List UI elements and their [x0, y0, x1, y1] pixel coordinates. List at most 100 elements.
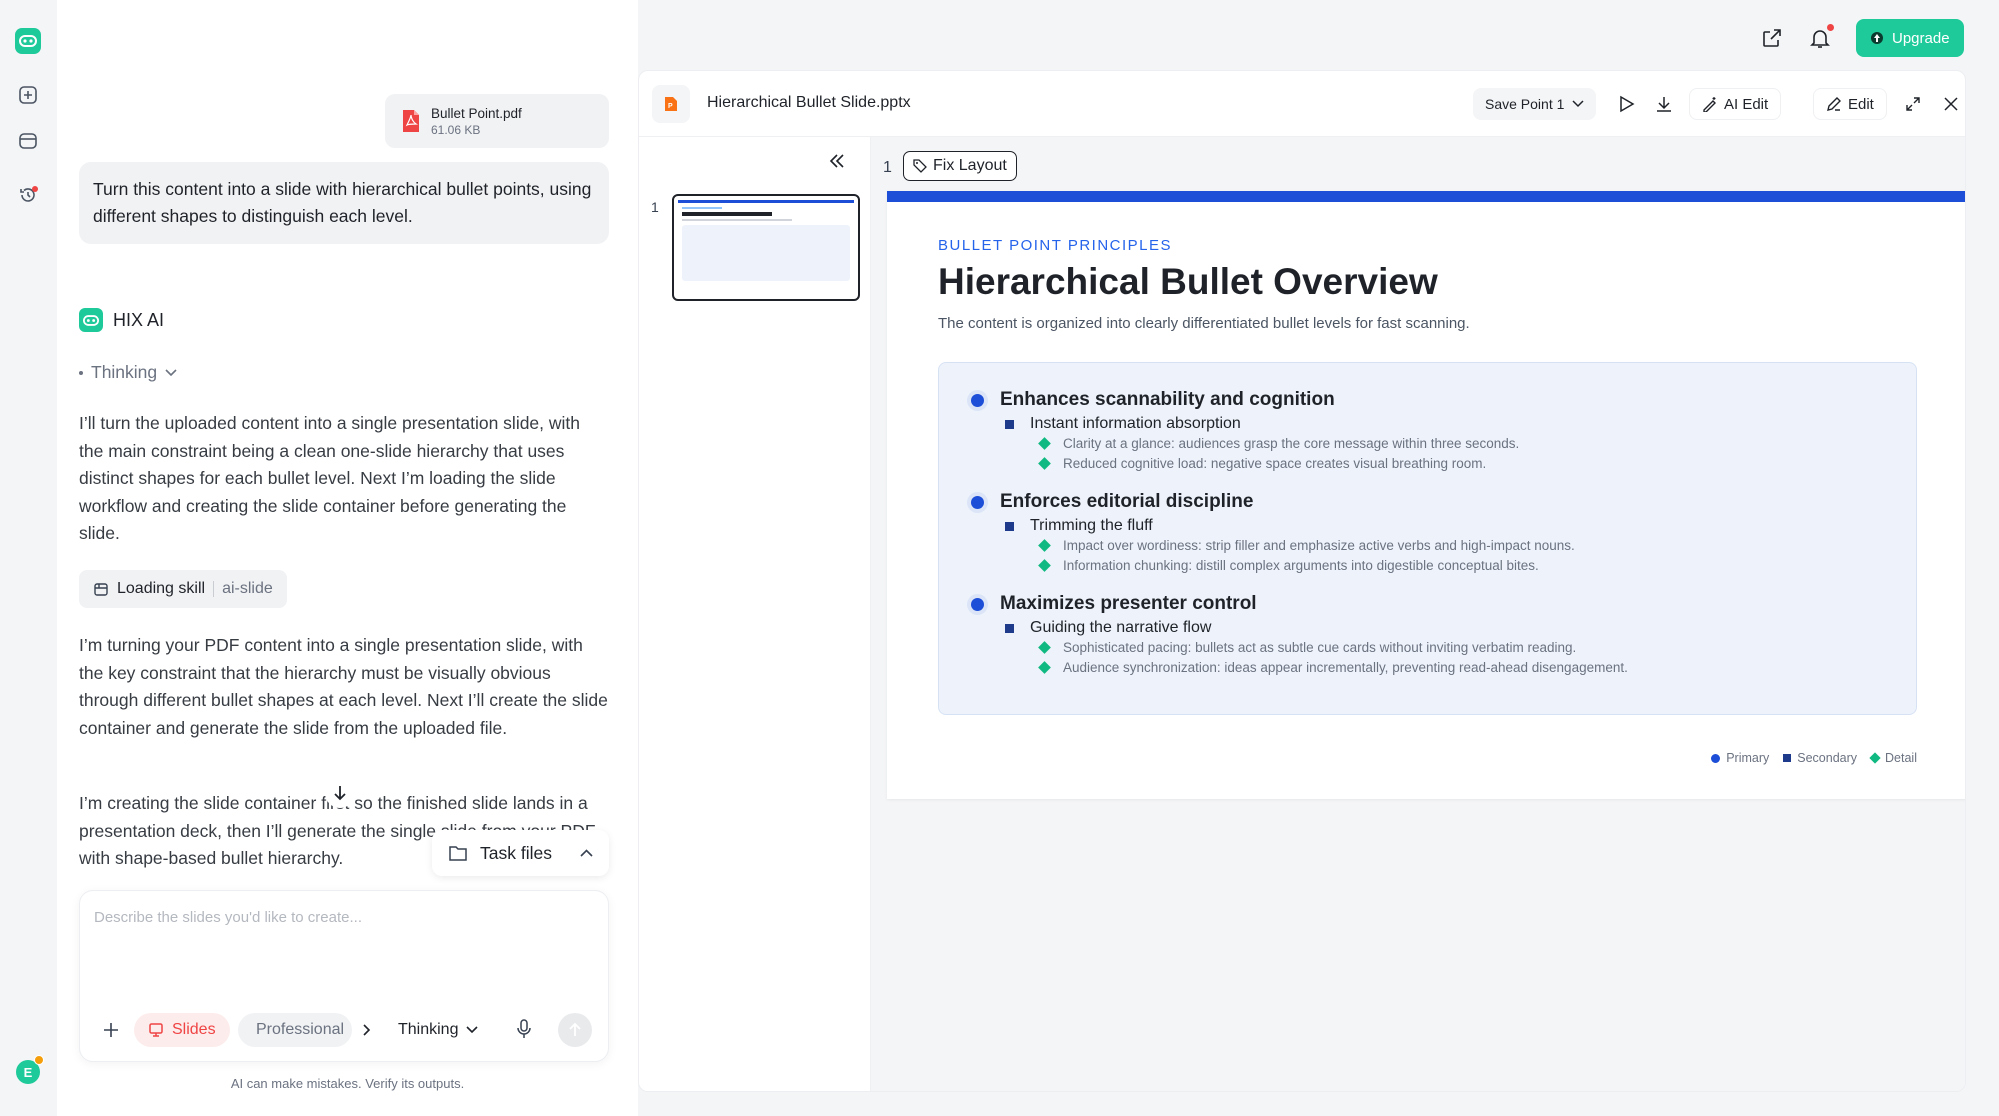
detail-bullet: Impact over wordiness: strip filler and … [1038, 538, 1916, 553]
slide-number: 1 [883, 159, 892, 176]
slide-kicker: BULLET POINT PRINCIPLES [938, 237, 1173, 254]
slide-legend: Primary Secondary Detail [1711, 751, 1917, 765]
preview-header: P Hierarchical Bullet Slide.pptx Save Po… [639, 71, 1965, 137]
composer: Describe the slides you'd like to create… [79, 890, 609, 1062]
bullet-group: Enforces editorial discipline Trimming t… [971, 491, 1916, 593]
slide-thumbnails: 1 [639, 137, 871, 1091]
primary-text: Maximizes presenter control [1000, 593, 1257, 614]
fix-layout-button[interactable]: Fix Layout [903, 151, 1017, 181]
detail-text: Clarity at a glance: audiences grasp the… [1063, 436, 1520, 451]
assistant-name: HIX AI [113, 309, 165, 330]
circle-bullet-icon [971, 393, 984, 407]
thinking-mode-select[interactable]: Thinking [398, 1013, 479, 1047]
disclaimer: AI can make mistakes. Verify its outputs… [230, 1076, 465, 1091]
new-chat-icon[interactable] [15, 82, 41, 108]
share-icon [1763, 29, 1781, 47]
arrow-up-icon [569, 1023, 581, 1036]
prompt-input[interactable]: Describe the slides you'd like to create… [94, 909, 362, 926]
assistant-logo-icon [79, 308, 103, 332]
detail-bullet: Reduced cognitive load: negative space c… [1038, 456, 1916, 471]
detail-bullet: Information chunking: distill complex ar… [1038, 558, 1916, 573]
upgrade-button[interactable]: Upgrade [1856, 19, 1964, 57]
expand-button[interactable] [1905, 96, 1921, 117]
pdf-file-icon [403, 110, 419, 132]
notifications-button[interactable] [1808, 24, 1834, 50]
legend-primary: Primary [1711, 751, 1769, 765]
scroll-down-button[interactable] [325, 778, 355, 808]
attachment-card[interactable]: Bullet Point.pdf 61.06 KB [385, 94, 609, 148]
send-button[interactable] [558, 1013, 592, 1047]
legend-primary-label: Primary [1726, 751, 1770, 765]
save-point-label: Save Point 1 [1485, 96, 1565, 112]
primary-text: Enforces editorial discipline [1000, 491, 1254, 512]
edit-button[interactable]: Edit [1813, 88, 1887, 120]
detail-bullet: Sophisticated pacing: bullets act as sub… [1038, 640, 1916, 655]
microphone-icon [517, 1019, 531, 1038]
legend-secondary: Secondary [1783, 751, 1857, 765]
slide-subtitle: The content is organized into clearly di… [938, 315, 1470, 332]
arrow-down-icon [334, 786, 346, 801]
square-bullet-icon [1005, 419, 1014, 429]
avatar-badge [34, 1055, 44, 1065]
assistant-header: HIX AI [79, 308, 164, 332]
professional-chip[interactable]: Professional [238, 1013, 352, 1047]
play-button[interactable] [1617, 95, 1635, 118]
slide-canvas: 1 Fix Layout BULLET POINT PRINCIPLES Hie… [871, 137, 1965, 1091]
task-files-button[interactable]: Task files [432, 830, 609, 876]
divider [213, 581, 215, 597]
magic-pen-icon [1703, 97, 1716, 112]
bullet-group: Enhances scannability and cognition Inst… [971, 389, 1916, 491]
add-attachment-button[interactable] [100, 1019, 122, 1041]
preview-file-name: Hierarchical Bullet Slide.pptx [707, 94, 911, 111]
chevron-up-icon [580, 849, 593, 857]
secondary-bullet: Guiding the narrative flow [1005, 619, 1916, 637]
svg-text:P: P [668, 103, 673, 110]
square-legend-icon [1783, 754, 1792, 762]
professional-chip-label: Professional [256, 1021, 345, 1038]
primary-bullet: Enforces editorial discipline [971, 491, 1916, 513]
library-icon[interactable] [15, 128, 41, 154]
plus-icon [104, 1023, 118, 1037]
detail-text: Sophisticated pacing: bullets act as sub… [1063, 640, 1577, 655]
diamond-bullet-icon [1038, 539, 1051, 552]
user-message: Turn this content into a slide with hier… [79, 162, 609, 244]
fix-layout-label: Fix Layout [933, 157, 1007, 174]
chevron-down-icon [466, 1026, 479, 1034]
slide-thumbnail[interactable] [672, 194, 860, 301]
bullet-panel: Enhances scannability and cognition Inst… [938, 362, 1917, 715]
download-button[interactable] [1655, 95, 1673, 118]
chevron-right-icon[interactable] [363, 1024, 371, 1036]
thinking-label: Thinking [91, 362, 158, 382]
history-icon[interactable] [15, 182, 41, 208]
microphone-button[interactable] [516, 1019, 532, 1044]
detail-bullet: Clarity at a glance: audiences grasp the… [1038, 436, 1916, 451]
legend-detail-label: Detail [1885, 751, 1917, 765]
download-icon [1657, 97, 1671, 112]
close-button[interactable] [1943, 96, 1959, 117]
logo-icon[interactable] [15, 28, 41, 54]
thinking-mode-label: Thinking [398, 1021, 459, 1038]
upgrade-icon [1871, 32, 1883, 44]
detail-bullet: Audience synchronization: ideas appear i… [1038, 660, 1916, 675]
diamond-legend-icon [1869, 752, 1881, 764]
slides-chip[interactable]: Slides [134, 1013, 230, 1047]
save-point-select[interactable]: Save Point 1 [1473, 88, 1597, 120]
diamond-bullet-icon [1038, 559, 1051, 572]
assistant-paragraph-1: I’ll turn the uploaded content into a si… [79, 413, 581, 543]
loading-skill-chip: Loading skill ai-slide [79, 570, 287, 608]
primary-bullet: Enhances scannability and cognition [971, 389, 1916, 411]
collapse-thumbnails-button[interactable] [829, 153, 845, 174]
left-rail: E [0, 0, 57, 1116]
edit-label: Edit [1848, 95, 1874, 113]
ai-edit-button[interactable]: AI Edit [1689, 88, 1782, 120]
skill-name: ai-slide [222, 580, 273, 597]
square-bullet-icon [1005, 521, 1014, 531]
user-avatar[interactable]: E [16, 1055, 44, 1084]
share-button[interactable] [1760, 26, 1784, 50]
upgrade-label: Upgrade [1892, 29, 1950, 47]
thinking-toggle[interactable]: Thinking [79, 362, 177, 383]
thumb-bar [678, 200, 854, 203]
pencil-icon [1827, 97, 1841, 111]
diamond-bullet-icon [1038, 457, 1051, 470]
thumb-kicker [682, 207, 722, 209]
